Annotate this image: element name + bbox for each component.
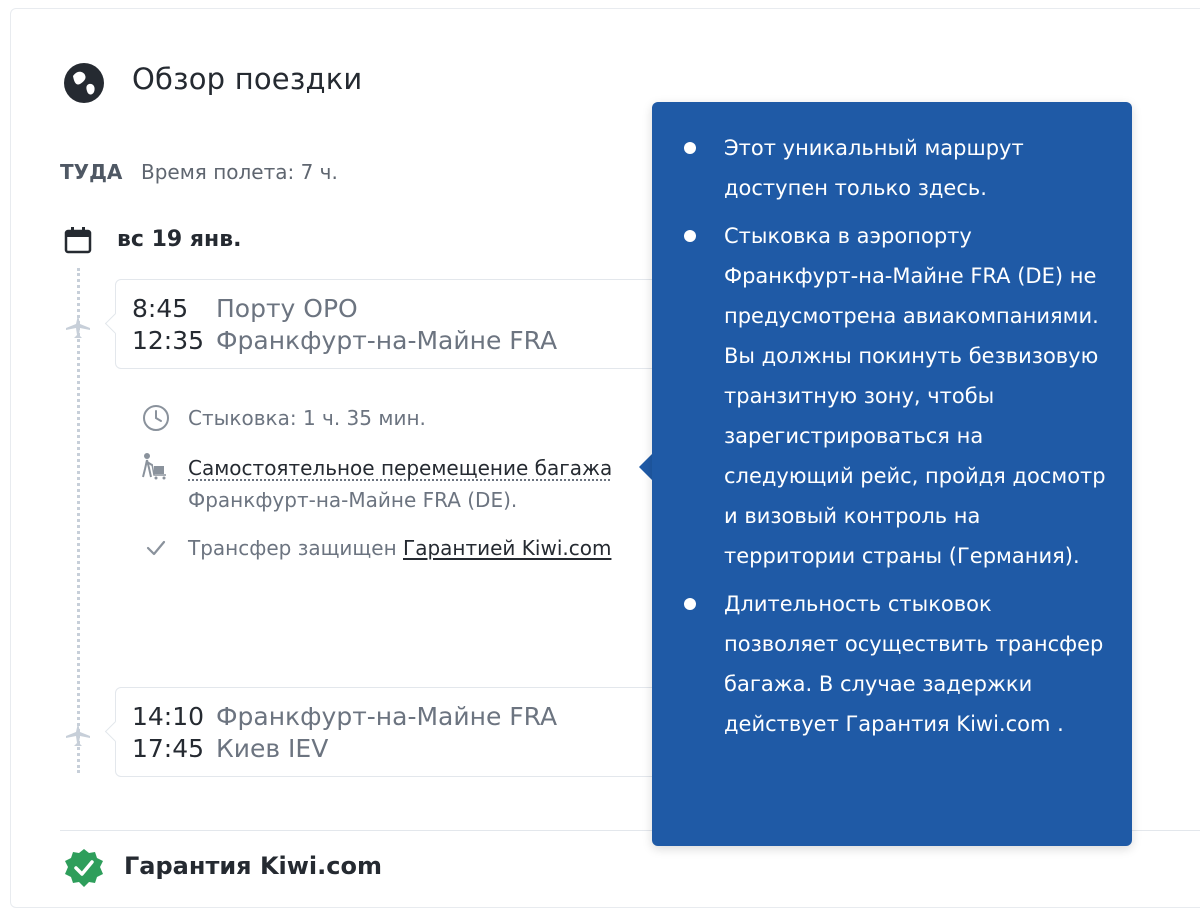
timeline-line (77, 268, 80, 773)
arrival-airport: Киев IEV (216, 734, 329, 763)
check-icon (146, 540, 166, 556)
departure-time: 8:45 (132, 294, 189, 323)
arrival-time: 12:35 (132, 326, 205, 355)
plane-icon (66, 723, 90, 746)
flight-duration: Время полета: 7 ч. (141, 160, 338, 184)
tooltip-item: Этот уникальный маршрут доступен только … (684, 128, 1108, 208)
baggage-trolley-icon (142, 453, 166, 480)
page-title: Обзор поездки (132, 62, 363, 96)
globe-icon (64, 63, 104, 103)
transfer-airport: Франкфурт-на-Майне FRA (DE). (188, 488, 518, 512)
flight-date: вс 19 янв. (117, 227, 242, 252)
tooltip-item: Длительность стыковок позволяет осуществ… (684, 584, 1108, 744)
arrival-time: 17:45 (132, 734, 205, 763)
layover-duration: Стыковка: 1 ч. 35 мин. (188, 406, 426, 430)
direction-label: ТУДА (60, 160, 123, 184)
tooltip-list: Этот уникальный маршрут доступен только … (684, 128, 1108, 744)
transfer-protected-text: Трансфер защищен (188, 536, 403, 560)
self-transfer-baggage-link[interactable]: Самостоятельное перемещение багажа (188, 456, 612, 480)
flight-segment[interactable]: 14:10 Франкфурт-на-Майне FRA 17:45 Киев IE… (115, 687, 675, 777)
guarantee-link[interactable]: Гарантией Kiwi.com (403, 536, 611, 560)
clock-icon (143, 405, 169, 431)
transfer-protected-row: Трансфер защищен Гарантией Kiwi.com (188, 536, 611, 560)
self-transfer-row: Самостоятельное перемещение багажа (188, 456, 612, 480)
guarantee-title: Гарантия Kiwi.com (124, 852, 382, 880)
guarantee-badge-icon (65, 849, 103, 887)
arrival-airport: Франкфурт-на-Майне FRA (216, 326, 558, 355)
departure-airport: Порту OPO (216, 294, 358, 323)
calendar-icon (64, 227, 92, 254)
tooltip-item: Стыковка в аэропорту Франкфурт-на-Майне … (684, 216, 1108, 576)
tooltip-pointer (639, 453, 653, 481)
self-transfer-tooltip: Этот уникальный маршрут доступен только … (652, 102, 1132, 846)
flight-segment[interactable]: 8:45 Порту OPO 12:35 Франкфурт-на-Майне FR… (115, 279, 675, 369)
plane-icon (66, 315, 90, 338)
departure-time: 14:10 (132, 702, 205, 731)
departure-airport: Франкфурт-на-Майне FRA (216, 702, 558, 731)
